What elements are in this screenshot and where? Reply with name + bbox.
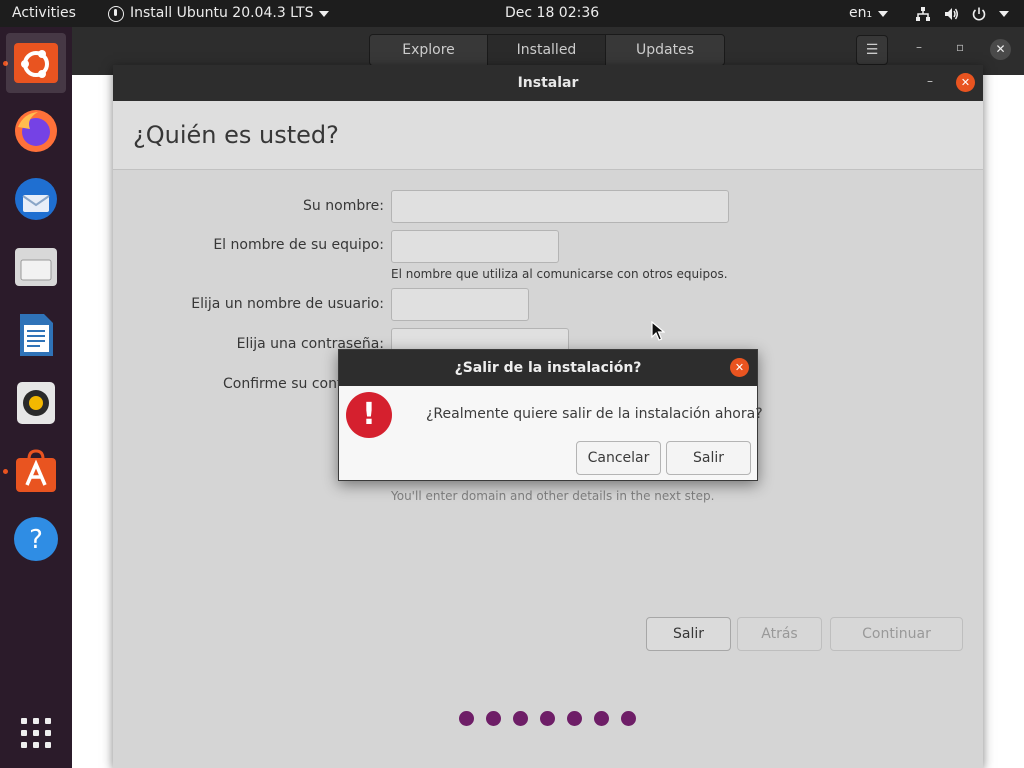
network-icon [916, 6, 930, 21]
minimize-button[interactable]: – [927, 74, 933, 88]
dialog-close-button[interactable]: ✕ [730, 358, 749, 377]
dialog-quit-button[interactable]: Salir [666, 441, 751, 475]
activities-button[interactable]: Activities [12, 0, 76, 27]
volume-icon [945, 7, 958, 20]
system-menu[interactable] [915, 0, 1009, 27]
quit-dialog: ¿Salir de la instalación? ✕ ! ¿Realmente… [338, 349, 763, 481]
tab-explore[interactable]: Explore [370, 35, 488, 65]
dock-item-software[interactable] [6, 441, 66, 501]
tab-updates[interactable]: Updates [606, 35, 724, 65]
cancel-button[interactable]: Cancelar [576, 441, 661, 475]
help-icon: ? [14, 517, 58, 561]
dock-item-installer[interactable] [6, 33, 66, 93]
speaker-icon [17, 382, 55, 424]
chevron-down-icon [319, 10, 330, 17]
chevron-down-icon [878, 10, 889, 17]
chevron-down-icon [999, 10, 1009, 17]
maximize-button[interactable]: ▫ [956, 40, 964, 54]
close-button[interactable]: ✕ [956, 73, 975, 92]
dialog-title: ¿Salir de la instalación? [339, 350, 757, 386]
close-button[interactable]: ✕ [990, 39, 1011, 60]
dock-item-files[interactable] [6, 237, 66, 297]
document-icon [20, 314, 53, 356]
language-label: en₁ [849, 5, 873, 21]
power-icon [972, 7, 986, 21]
dock-item-help[interactable]: ? [6, 509, 66, 569]
clock[interactable]: Dec 18 02:36 [505, 0, 599, 27]
tab-installed[interactable]: Installed [488, 35, 606, 65]
software-store-icon [16, 449, 56, 492]
dock-item-writer[interactable] [6, 305, 66, 365]
dock-item-rhythmbox[interactable] [6, 373, 66, 433]
thunderbird-icon [15, 178, 57, 220]
svg-text:?: ? [29, 525, 43, 555]
hamburger-menu-icon[interactable]: ☰ [856, 35, 888, 65]
ubuntu-installer-icon [14, 43, 58, 83]
app-menu[interactable]: Install Ubuntu 20.04.3 LTS [108, 0, 330, 27]
folder-icon [15, 248, 57, 286]
minimize-button[interactable]: – [916, 40, 922, 54]
top-bar: Activities Install Ubuntu 20.04.3 LTS De… [0, 0, 1024, 27]
language-indicator[interactable]: en₁ [849, 0, 889, 27]
app-menu-label: Install Ubuntu 20.04.3 LTS [130, 5, 314, 21]
firefox-icon [15, 110, 57, 152]
installer-title: Instalar [113, 65, 983, 101]
show-applications-button[interactable] [6, 703, 66, 763]
warning-icon: ! [346, 392, 392, 438]
mouse-cursor-icon [651, 321, 665, 341]
dock-item-thunderbird[interactable] [6, 169, 66, 229]
dock: ? [0, 27, 72, 768]
software-tabs: Explore Installed Updates [369, 34, 725, 66]
dock-item-firefox[interactable] [6, 101, 66, 161]
grid-icon [21, 718, 51, 748]
installer-app-icon [108, 5, 124, 22]
dialog-message: ¿Realmente quiere salir de la instalació… [426, 406, 763, 422]
